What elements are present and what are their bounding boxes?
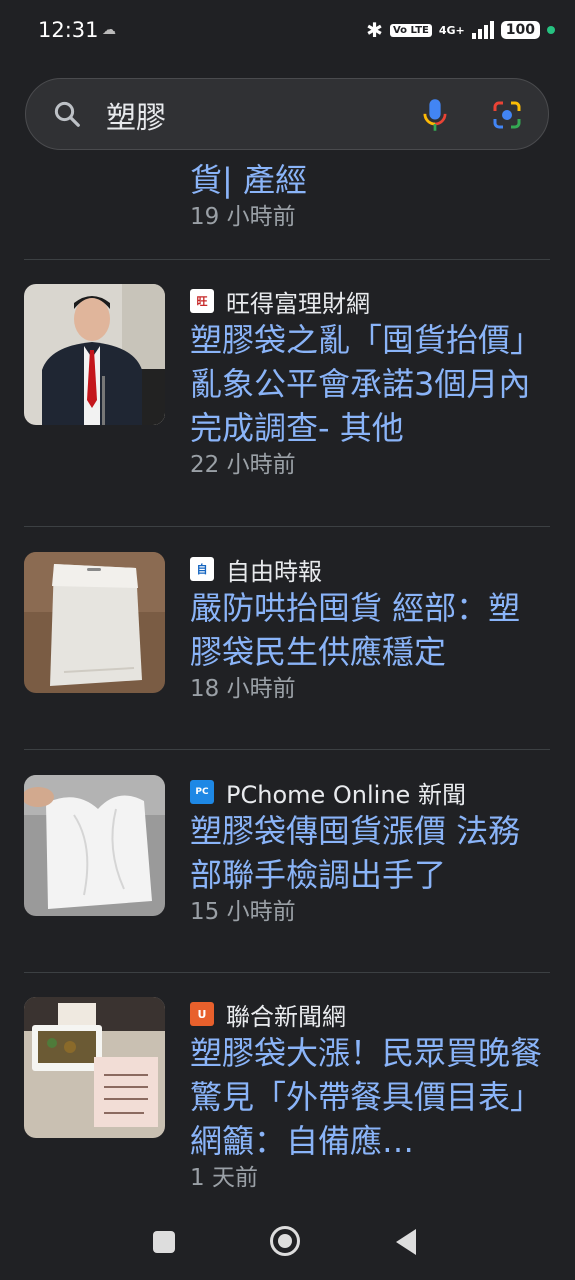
source-name: 自由時報: [226, 557, 322, 586]
back-icon[interactable]: [396, 1229, 416, 1255]
news-title[interactable]: 塑膠袋之亂「囤貨抬價」亂象公平會承諾3個月內完成調查- 其他: [190, 318, 552, 450]
privacy-dot-icon: [547, 26, 555, 34]
status-icons: ✱ Vo LTE 4G+ 100: [366, 18, 555, 42]
network-type: 4G+: [438, 23, 465, 37]
battery-indicator: 100: [500, 21, 540, 39]
source-name: 聯合新聞網: [226, 1002, 346, 1031]
lens-icon[interactable]: [491, 99, 523, 131]
cloud-icon: ☁: [102, 22, 116, 38]
divider: [24, 749, 550, 750]
news-time: 18 小時前: [190, 676, 296, 702]
source-favicon-icon: U: [190, 1002, 214, 1026]
source-favicon-icon: PC: [190, 780, 214, 804]
news-thumbnail[interactable]: [24, 284, 165, 425]
news-thumbnail[interactable]: [24, 552, 165, 693]
partial-result[interactable]: 貨| 產經 19 小時前: [190, 158, 307, 232]
volte-badge: Vo LTE: [389, 23, 432, 37]
news-thumbnail[interactable]: [24, 775, 165, 916]
home-icon[interactable]: [270, 1226, 300, 1256]
divider: [24, 259, 550, 260]
news-source[interactable]: PC PChome Online 新聞: [190, 775, 552, 809]
news-title[interactable]: 塑膠袋大漲！民眾買晚餐驚見「外帶餐具價目表」 網籲：自備應…: [190, 1031, 552, 1163]
divider: [24, 972, 550, 973]
news-time: 15 小時前: [190, 899, 296, 925]
news-source[interactable]: 自 自由時報: [190, 552, 552, 586]
system-nav-bar: [0, 1210, 575, 1280]
bluetooth-icon: ✱: [366, 18, 383, 42]
search-bar[interactable]: 塑膠: [25, 78, 549, 150]
news-title[interactable]: 塑膠袋傳囤貨漲價 法務部聯手檢調出手了: [190, 809, 552, 897]
recents-icon[interactable]: [153, 1231, 175, 1253]
result-title[interactable]: 貨| 產經: [190, 158, 307, 202]
mic-icon[interactable]: [421, 97, 449, 133]
result-time: 19 小時前: [190, 204, 296, 230]
news-title[interactable]: 嚴防哄抬囤貨 經部：塑膠袋民生供應穩定: [190, 586, 552, 674]
signal-icon: [471, 21, 494, 39]
search-icon[interactable]: [52, 99, 82, 129]
news-source[interactable]: U 聯合新聞網: [190, 997, 552, 1031]
news-time: 22 小時前: [190, 452, 296, 478]
divider: [24, 526, 550, 527]
news-time: 1 天前: [190, 1165, 258, 1191]
news-content: 自 自由時報 嚴防哄抬囤貨 經部：塑膠袋民生供應穩定 18 小時前: [190, 552, 552, 704]
status-bar: 12:31 ☁ ✱ Vo LTE 4G+ 100: [0, 0, 575, 64]
source-favicon-icon: 自: [190, 557, 214, 581]
news-content: 旺 旺得富理財網 塑膠袋之亂「囤貨抬價」亂象公平會承諾3個月內完成調查- 其他 …: [190, 284, 552, 480]
news-thumbnail[interactable]: [24, 997, 165, 1138]
source-favicon-icon: 旺: [190, 289, 214, 313]
source-name: PChome Online 新聞: [226, 780, 466, 809]
source-name: 旺得富理財網: [226, 289, 370, 318]
status-time: 12:31: [38, 18, 99, 42]
search-input[interactable]: 塑膠: [106, 93, 166, 137]
news-content: U 聯合新聞網 塑膠袋大漲！民眾買晚餐驚見「外帶餐具價目表」 網籲：自備應… 1…: [190, 997, 552, 1193]
news-source[interactable]: 旺 旺得富理財網: [190, 284, 552, 318]
news-content: PC PChome Online 新聞 塑膠袋傳囤貨漲價 法務部聯手檢調出手了 …: [190, 775, 552, 927]
